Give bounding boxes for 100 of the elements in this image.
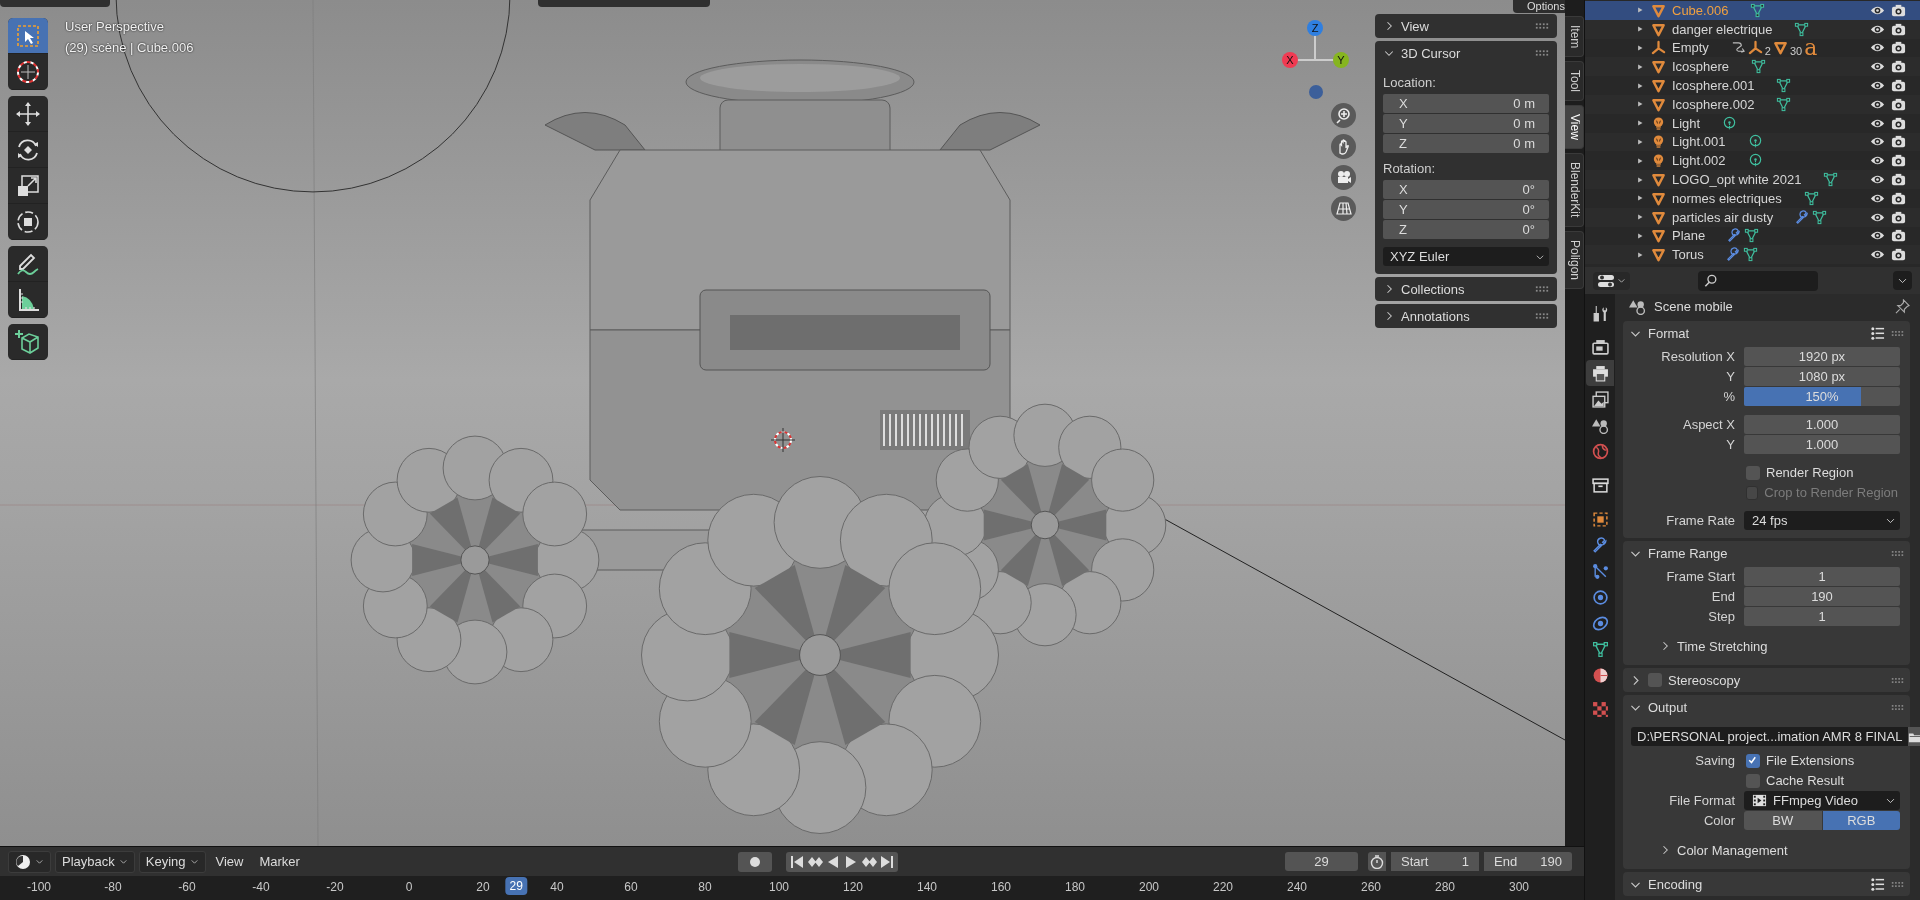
pan-button[interactable] [1331, 134, 1356, 159]
number-field[interactable]: 1.000 [1744, 435, 1900, 454]
editor-type-button[interactable] [1593, 271, 1630, 290]
number-field[interactable]: 1920 px [1744, 347, 1900, 366]
checkbox[interactable] [1746, 753, 1760, 768]
panel-title[interactable]: Frame Range [1648, 545, 1885, 561]
vertex-triangle-icon [1750, 2, 1766, 18]
number-field[interactable]: 1080 px [1744, 367, 1900, 386]
checkbox-row[interactable]: Cache Result [1744, 772, 1900, 789]
panel-title[interactable]: Encoding [1648, 876, 1864, 892]
navigation-gizmo[interactable]: Z X Y [1276, 14, 1356, 104]
axis-handle[interactable] [1309, 85, 1323, 99]
object-name: Icosphere.002 [1672, 96, 1755, 112]
number-field[interactable]: 1 [1744, 607, 1900, 626]
current-frame-indicator[interactable]: 29 [505, 877, 527, 895]
toggle-option[interactable]: BW [1744, 811, 1822, 830]
panel-title[interactable]: View [1401, 18, 1529, 34]
light-bulb-icon [1651, 134, 1666, 150]
jump-end-button[interactable] [878, 853, 895, 870]
number-field[interactable]: 1.000 [1744, 415, 1900, 434]
axis-handle[interactable]: X [1282, 52, 1298, 68]
triangle-icon [1772, 40, 1788, 56]
outliner-row[interactable]: Light.001 [1585, 132, 1920, 152]
menu-item[interactable]: Playback [55, 850, 135, 873]
percentage-slider[interactable]: 150% [1744, 387, 1900, 406]
number-field[interactable]: Y 0° [1383, 200, 1549, 219]
frame-ruler[interactable]: -100 -80 -60 -40 -20 0 20 29 40 60 80 100 120 140 160 180 200 220 240 260 280 300 [0, 876, 1584, 900]
field-label: Y [1725, 369, 1735, 384]
number-field[interactable]: Z 0° [1383, 220, 1549, 239]
subpanel-title[interactable]: Time Stretching [1677, 638, 1768, 654]
record-button[interactable] [737, 851, 772, 872]
outliner-row[interactable]: normes electriques [1585, 188, 1920, 208]
dropdown[interactable]: FFmpeg Video [1744, 791, 1900, 810]
start-frame-field[interactable]: Start 1 [1391, 852, 1479, 871]
panel-title[interactable]: Format [1648, 325, 1864, 341]
outliner-row[interactable]: Light [1585, 113, 1920, 133]
panel-title[interactable]: Output [1648, 699, 1885, 715]
panel-title[interactable]: 3D Cursor [1401, 45, 1529, 61]
sidebar-tab[interactable]: View [1565, 105, 1584, 150]
number-field[interactable]: 190 [1744, 587, 1900, 606]
axis-handle[interactable]: Y [1333, 52, 1349, 68]
axis-handle[interactable]: Z [1307, 20, 1323, 36]
dropdown[interactable]: 24 fps [1744, 511, 1900, 530]
chevron-down-icon [35, 857, 44, 866]
tool-button[interactable] [8, 18, 48, 54]
menu-item[interactable]: Marker [253, 851, 306, 872]
file-path-field[interactable]: D:\PERSONAL project...imation AMR 8 FINAL [1631, 727, 1909, 746]
outliner-row[interactable]: Torus [1585, 245, 1920, 265]
number-field[interactable]: X 0° [1383, 180, 1549, 199]
browse-folder-button[interactable] [1908, 727, 1920, 746]
sidebar-tab[interactable]: Poligon [1565, 230, 1584, 289]
sidebar-tab[interactable]: Tool [1565, 61, 1584, 102]
checkbox-row[interactable]: File Extensions [1744, 752, 1900, 769]
current-frame-field[interactable]: 29 [1285, 852, 1358, 871]
menu-item[interactable]: Keying [138, 850, 206, 873]
outliner-row[interactable]: LOGO_opt white 2021 [1585, 170, 1920, 189]
sidebar-tab[interactable]: Item [1565, 16, 1584, 58]
light-circle-icon [1722, 115, 1738, 131]
panel-title[interactable]: Stereoscopy [1668, 672, 1885, 688]
panel-title[interactable]: Collections [1401, 281, 1529, 297]
checkbox[interactable] [1746, 773, 1760, 788]
triangle-icon [1651, 172, 1666, 188]
camera-view-button[interactable] [1331, 165, 1356, 190]
chevron-down-icon [189, 857, 199, 866]
menu-item[interactable]: View [209, 851, 250, 872]
number-field[interactable]: Z 0 m [1383, 134, 1549, 153]
number-field[interactable]: Y 0 m [1383, 114, 1549, 133]
end-frame-field[interactable]: End 190 [1484, 852, 1572, 871]
outliner-row[interactable]: Icosphere [1585, 57, 1920, 77]
subpanel-title[interactable]: Color Management [1677, 842, 1788, 858]
frame-number: 300 [1509, 880, 1529, 894]
outliner-row[interactable]: Empty 2 30 a [1585, 38, 1920, 58]
3d-viewport[interactable]: User Perspective (29) scène | Cube.006 Z X Y Options View 3D Cursor Location: X 0 m Y 0 m Z 0 m Rotation: X 0° Y 0° Z 0° XYZ Euler Collections Annotations [0, 0, 1565, 846]
jump-start-button[interactable] [788, 853, 805, 870]
outliner-row[interactable]: Cube.006 [1585, 1, 1920, 20]
options-button[interactable]: Options [1513, 0, 1565, 13]
panel-title[interactable]: Annotations [1401, 308, 1529, 324]
object-name: Light [1672, 115, 1701, 131]
zoom-button[interactable] [1331, 103, 1356, 128]
checkbox[interactable] [1648, 673, 1662, 687]
outliner-row[interactable]: Light.002 [1585, 151, 1920, 171]
preview-range-toggle[interactable] [1368, 852, 1386, 871]
number-field[interactable]: 1 [1744, 567, 1900, 586]
outliner-row[interactable]: Icosphere.001 [1585, 76, 1920, 95]
checkbox-row[interactable]: Render Region [1744, 464, 1900, 481]
sidebar-tab[interactable]: BlenderKit [1565, 153, 1584, 227]
number-field[interactable]: X 0 m [1383, 94, 1549, 113]
3d-cursor-icon [770, 427, 796, 453]
editor-type-button[interactable] [8, 850, 51, 873]
grid-view-button[interactable] [1331, 196, 1356, 221]
rotation-mode-dropdown[interactable]: XYZ Euler [1383, 247, 1549, 266]
toggle-option[interactable]: RGB [1822, 811, 1900, 830]
outliner-row[interactable]: particles air dusty [1585, 207, 1920, 227]
checkbox[interactable] [1746, 465, 1760, 480]
frame-number: 160 [991, 880, 1011, 894]
outliner-row[interactable]: Plane [1585, 226, 1920, 246]
triangle-icon [1651, 78, 1666, 94]
search-field[interactable] [1698, 270, 1818, 291]
outliner-row[interactable]: Icosphere.002 [1585, 95, 1920, 114]
properties-tab[interactable] [1586, 360, 1614, 386]
